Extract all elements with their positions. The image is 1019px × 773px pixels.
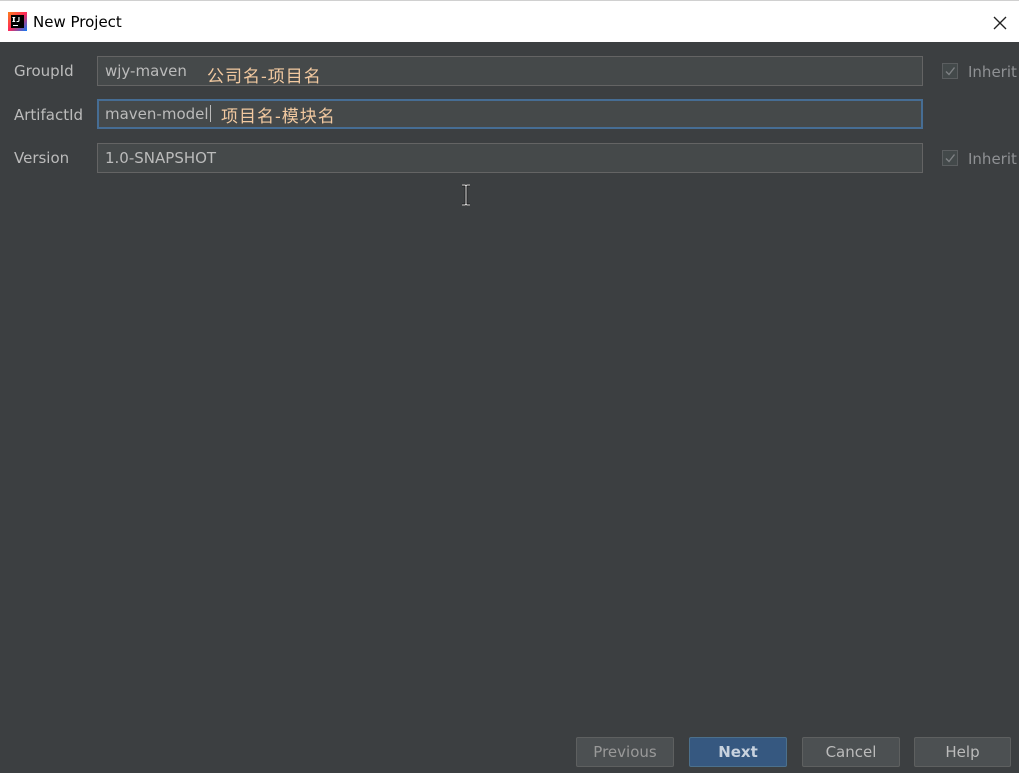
cancel-button[interactable]: Cancel [802, 737, 900, 767]
text-cursor-icon [460, 183, 472, 207]
close-icon [993, 16, 1007, 30]
version-inherit-checkbox[interactable] [942, 150, 958, 166]
artifact-id-annotation: 项目名-模块名 [221, 107, 336, 127]
group-id-label: GroupId [14, 62, 74, 80]
help-button[interactable]: Help [914, 737, 1011, 767]
group-id-value: wjy-maven [105, 62, 187, 80]
version-label: Version [14, 149, 70, 167]
title-bar: New Project [0, 0, 1019, 42]
new-project-dialog: New Project GroupId wjy-maven 公司名-项目名 In… [0, 0, 1019, 773]
version-field[interactable]: 1.0-SNAPSHOT [97, 143, 923, 173]
artifact-id-label: ArtifactId [14, 106, 84, 124]
group-id-annotation: 公司名-项目名 [207, 67, 322, 87]
next-button[interactable]: Next [689, 737, 787, 767]
version-inherit-label: Inherit [968, 150, 1017, 168]
close-button[interactable] [989, 6, 1019, 40]
checkmark-icon [945, 67, 956, 76]
version-value: 1.0-SNAPSHOT [105, 149, 217, 167]
group-id-inherit-checkbox[interactable] [942, 63, 958, 79]
checkmark-icon [945, 154, 956, 163]
artifact-id-value: maven-model [105, 105, 209, 123]
previous-button[interactable]: Previous [576, 737, 674, 767]
intellij-idea-icon [8, 12, 27, 31]
group-id-inherit-label: Inherit [968, 63, 1017, 81]
window-title: New Project [33, 13, 122, 31]
text-caret [209, 105, 211, 122]
